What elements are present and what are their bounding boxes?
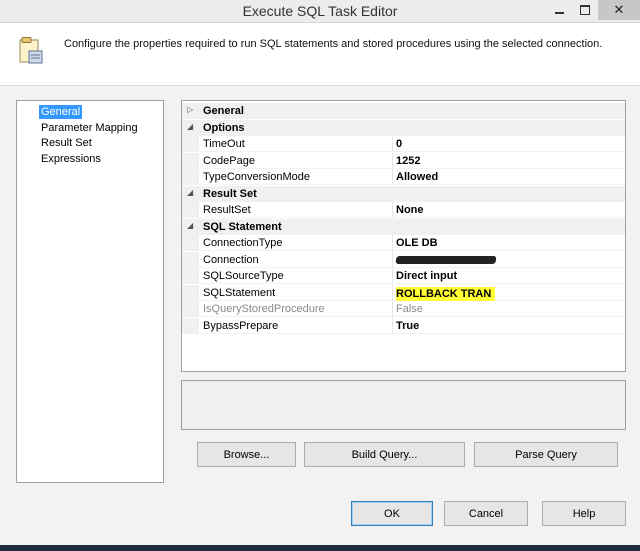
property-row-result-set[interactable]: ResultSet None — [182, 202, 625, 218]
nav-item-expressions[interactable]: Expressions — [39, 152, 103, 166]
column-divider — [392, 285, 393, 301]
taskbar-edge — [0, 545, 640, 551]
row-gutter — [182, 252, 199, 268]
nav-item-general[interactable]: General — [39, 105, 83, 119]
header-panel: Configure the properties required to run… — [0, 23, 640, 86]
row-gutter — [182, 301, 199, 317]
property-value-redacted[interactable] — [395, 254, 497, 266]
row-gutter — [182, 202, 199, 218]
category-options[interactable]: ◢ Options — [182, 120, 625, 136]
minimize-icon — [554, 12, 564, 14]
redaction-mark — [395, 256, 497, 265]
property-name: IsQueryStoredProcedure — [203, 303, 325, 315]
property-row-is-query-stored-procedure: IsQueryStoredProcedure False — [182, 301, 625, 317]
column-divider — [392, 202, 393, 218]
row-gutter — [182, 235, 199, 251]
property-value: False — [396, 303, 423, 315]
column-divider — [392, 318, 393, 334]
property-row-sql-source-type[interactable]: SQLSourceType Direct input — [182, 268, 625, 284]
highlighted-sql-text: ROLLBACK TRAN — [396, 287, 496, 301]
property-name: TypeConversionMode — [203, 171, 311, 183]
parse-query-button[interactable]: Parse Query — [474, 442, 618, 467]
property-value[interactable]: OLE DB — [396, 237, 438, 249]
close-button[interactable]: ✕ — [598, 0, 640, 20]
row-gutter — [182, 318, 199, 334]
property-name: ConnectionType — [203, 237, 283, 249]
title-bar: Execute SQL Task Editor ✕ — [0, 0, 640, 23]
category-label: SQL Statement — [203, 221, 282, 233]
property-value[interactable]: 0 — [396, 138, 402, 150]
property-name: BypassPrepare — [203, 320, 279, 332]
row-gutter — [182, 169, 199, 185]
property-name: SQLStatement — [203, 287, 276, 299]
maximize-icon — [580, 5, 590, 15]
property-value[interactable]: True — [396, 320, 419, 332]
page-navigation: General Parameter Mapping Result Set Exp… — [16, 100, 164, 483]
column-divider — [392, 136, 393, 152]
property-description-panel — [181, 380, 626, 430]
help-button[interactable]: Help — [542, 501, 626, 526]
nav-item-result-set[interactable]: Result Set — [39, 136, 94, 150]
column-divider — [392, 153, 393, 169]
header-description: Configure the properties required to run… — [64, 38, 603, 50]
cancel-button[interactable]: Cancel — [444, 501, 528, 526]
category-label: General — [203, 105, 244, 117]
collapse-icon[interactable]: ◢ — [187, 122, 193, 131]
browse-button[interactable]: Browse... — [197, 442, 296, 467]
category-label: Result Set — [203, 188, 257, 200]
property-value[interactable]: ROLLBACK TRAN — [396, 287, 496, 301]
property-row-connection-type[interactable]: ConnectionType OLE DB — [182, 235, 625, 251]
build-query-button[interactable]: Build Query... — [304, 442, 465, 467]
column-divider — [392, 235, 393, 251]
close-icon: ✕ — [613, 2, 625, 17]
property-row-connection[interactable]: Connection — [182, 252, 625, 268]
maximize-button[interactable] — [572, 0, 598, 20]
minimize-button[interactable] — [546, 0, 572, 20]
property-name: ResultSet — [203, 204, 251, 216]
nav-item-parameter-mapping[interactable]: Parameter Mapping — [39, 121, 140, 135]
property-row-bypass-prepare[interactable]: BypassPrepare True — [182, 318, 625, 334]
category-result-set[interactable]: ◢ Result Set — [182, 186, 625, 202]
category-label: Options — [203, 122, 245, 134]
row-gutter — [182, 268, 199, 284]
collapse-icon[interactable]: ◢ — [187, 188, 193, 197]
collapse-icon[interactable]: ◢ — [187, 221, 193, 230]
property-row-sql-statement[interactable]: SQLStatement ROLLBACK TRAN — [182, 285, 625, 301]
row-gutter — [182, 285, 199, 301]
row-gutter — [182, 153, 199, 169]
ok-button[interactable]: OK — [351, 501, 433, 526]
property-row-type-conversion-mode[interactable]: TypeConversionMode Allowed — [182, 169, 625, 185]
property-name: CodePage — [203, 155, 255, 167]
property-grid: ▷ General ◢ Options TimeOut 0 CodePage 1… — [181, 100, 626, 372]
window-title: Execute SQL Task Editor — [242, 3, 398, 19]
property-value[interactable]: Direct input — [396, 270, 457, 282]
property-row-codepage[interactable]: CodePage 1252 — [182, 153, 625, 169]
property-name: SQLSourceType — [203, 270, 284, 282]
column-divider — [392, 252, 393, 268]
property-value[interactable]: Allowed — [396, 171, 438, 183]
property-name: Connection — [203, 254, 259, 266]
property-value[interactable]: None — [396, 204, 424, 216]
task-editor-icon — [19, 37, 43, 64]
category-sql-statement[interactable]: ◢ SQL Statement — [182, 219, 625, 235]
property-value[interactable]: 1252 — [396, 155, 420, 167]
category-general[interactable]: ▷ General — [182, 103, 625, 119]
column-divider — [392, 268, 393, 284]
column-divider — [392, 169, 393, 185]
row-gutter — [182, 136, 199, 152]
column-divider — [392, 301, 393, 317]
property-row-timeout[interactable]: TimeOut 0 — [182, 136, 625, 152]
property-name: TimeOut — [203, 138, 245, 150]
expand-icon[interactable]: ▷ — [187, 105, 193, 114]
